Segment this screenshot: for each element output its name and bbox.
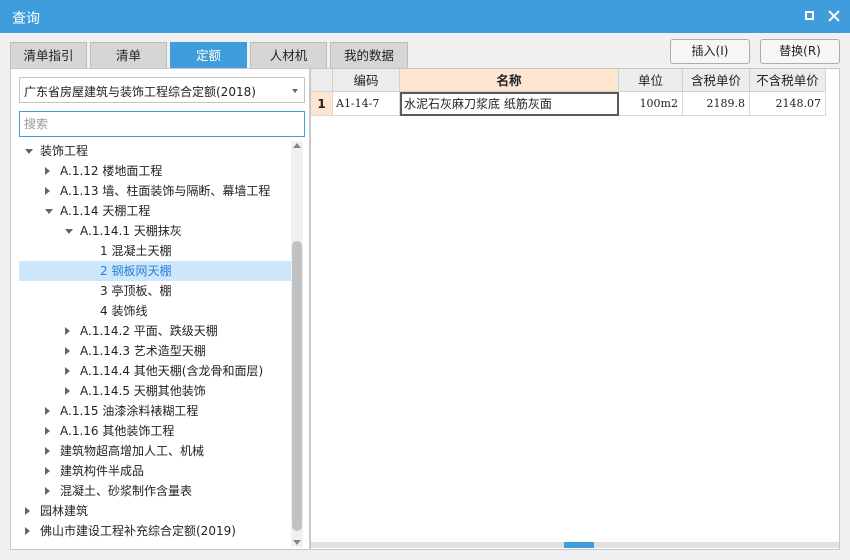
- window-title: 查询: [12, 11, 40, 27]
- collapsed-triangle-icon[interactable]: [45, 167, 50, 175]
- cell-price-notax[interactable]: 2148.07: [750, 92, 826, 116]
- insert-button[interactable]: 插入(I): [670, 39, 750, 64]
- tree-node-label: A.1.13 墙、柱面装饰与隔断、幕墙工程: [60, 184, 271, 198]
- header-unit: 单位: [619, 69, 683, 92]
- expanded-triangle-icon[interactable]: [45, 209, 53, 214]
- tree-node-label: A.1.14 天棚工程: [60, 204, 151, 218]
- expanded-triangle-icon[interactable]: [25, 149, 33, 154]
- tree-node-label: A.1.16 其他装饰工程: [60, 424, 175, 438]
- title-bar: 查询: [0, 0, 850, 33]
- row-number[interactable]: 1: [311, 92, 333, 116]
- tree-node-label: A.1.14.5 天棚其他装饰: [80, 384, 206, 398]
- splitter-bar[interactable]: [311, 542, 839, 548]
- tree-node-label: 2 钢板网天棚: [100, 264, 172, 278]
- cell-code[interactable]: A1-14-7: [333, 92, 400, 116]
- collapsed-triangle-icon[interactable]: [25, 507, 30, 515]
- expanded-triangle-icon[interactable]: [65, 229, 73, 234]
- tree-node[interactable]: A.1.12 楼地面工程: [19, 161, 291, 181]
- tree-node[interactable]: 1 混凝土天棚: [19, 241, 291, 261]
- tree-node[interactable]: A.1.14 天棚工程: [19, 201, 291, 221]
- collapsed-triangle-icon[interactable]: [45, 487, 50, 495]
- tree-node[interactable]: A.1.14.2 平面、跌级天棚: [19, 321, 291, 341]
- header-name: 名称: [400, 69, 619, 92]
- tab-my-data[interactable]: 我的数据: [330, 42, 408, 68]
- tree-node[interactable]: 混凝土、砂浆制作含量表: [19, 481, 291, 501]
- tree-node[interactable]: A.1.14.3 艺术造型天棚: [19, 341, 291, 361]
- collapsed-triangle-icon[interactable]: [25, 527, 30, 535]
- tab-quota[interactable]: 定额: [170, 42, 247, 68]
- tree-node-label: A.1.14.2 平面、跌级天棚: [80, 324, 218, 338]
- tree-node-label: 1 混凝土天棚: [100, 244, 172, 258]
- cell-price-tax[interactable]: 2189.8: [683, 92, 750, 116]
- cell-name[interactable]: 水泥石灰麻刀浆底 纸筋灰面: [400, 92, 619, 116]
- replace-button[interactable]: 替换(R): [760, 39, 840, 64]
- tree-node-label: A.1.15 油漆涂料裱糊工程: [60, 404, 199, 418]
- tree-node-label: 建筑构件半成品: [60, 464, 145, 478]
- tree-node[interactable]: 2 钢板网天棚: [19, 261, 291, 281]
- collapsed-triangle-icon[interactable]: [65, 367, 70, 375]
- scroll-up-icon[interactable]: [293, 143, 301, 148]
- search-input[interactable]: [19, 111, 305, 137]
- tree-node-label: 4 装饰线: [100, 304, 148, 318]
- header-price-notax: 不含税单价: [750, 69, 826, 92]
- left-panel: 广东省房屋建筑与装饰工程综合定额(2018) 装饰工程 A.1.12 楼地面工程 A…: [10, 68, 310, 550]
- collapsed-triangle-icon[interactable]: [45, 187, 50, 195]
- quota-library-dropdown[interactable]: 广东省房屋建筑与装饰工程综合定额(2018): [19, 77, 305, 103]
- scroll-thumb[interactable]: [292, 241, 302, 531]
- tree-node-label: A.1.14.3 艺术造型天棚: [80, 344, 206, 358]
- header-corner: [311, 69, 333, 92]
- tree-scrollbar[interactable]: [291, 141, 303, 547]
- tab-labor-material[interactable]: 人材机: [250, 42, 327, 68]
- tree-node-label: 装饰工程: [40, 144, 89, 158]
- restore-icon[interactable]: [802, 8, 818, 24]
- collapsed-triangle-icon[interactable]: [65, 387, 70, 395]
- category-tree: 装饰工程 A.1.12 楼地面工程 A.1.13 墙、柱面装饰与隔断、幕墙工程 A.1…: [19, 141, 291, 546]
- header-price-tax: 含税单价: [683, 69, 750, 92]
- collapsed-triangle-icon[interactable]: [45, 447, 50, 455]
- cell-unit[interactable]: 100m2: [619, 92, 683, 116]
- tree-node-label: 混凝土、砂浆制作含量表: [60, 484, 193, 498]
- collapsed-triangle-icon[interactable]: [65, 347, 70, 355]
- tab-bill[interactable]: 清单: [90, 42, 167, 68]
- dropdown-value: 广东省房屋建筑与装饰工程综合定额(2018): [24, 85, 256, 99]
- tree-node[interactable]: 装饰工程: [19, 141, 291, 161]
- tree-node[interactable]: A.1.13 墙、柱面装饰与隔断、幕墙工程: [19, 181, 291, 201]
- collapsed-triangle-icon[interactable]: [45, 427, 50, 435]
- tree-node[interactable]: 3 亭顶板、棚: [19, 281, 291, 301]
- tree-node-label: A.1.14.1 天棚抹灰: [80, 224, 182, 238]
- close-icon[interactable]: [826, 8, 842, 24]
- collapsed-triangle-icon[interactable]: [65, 327, 70, 335]
- tree-node-label: A.1.14.4 其他天棚(含龙骨和面层): [80, 364, 264, 378]
- tree-node[interactable]: A.1.15 油漆涂料裱糊工程: [19, 401, 291, 421]
- tree-node[interactable]: 建筑物超高增加人工、机械: [19, 441, 291, 461]
- header-code: 编码: [333, 69, 400, 92]
- splitter-grip[interactable]: [564, 542, 594, 548]
- tree-node[interactable]: 佛山市建设工程补充综合定额(2019): [19, 521, 291, 541]
- tree-node[interactable]: 园林建筑: [19, 501, 291, 521]
- collapsed-triangle-icon[interactable]: [45, 467, 50, 475]
- tree-node-label: 佛山市建设工程补充综合定额(2019): [40, 524, 236, 538]
- tree-node[interactable]: 4 装饰线: [19, 301, 291, 321]
- tree-node-label: 园林建筑: [40, 504, 89, 518]
- chevron-down-icon: [292, 89, 298, 93]
- scroll-down-icon[interactable]: [293, 540, 301, 545]
- tree-node[interactable]: A.1.14.4 其他天棚(含龙骨和面层): [19, 361, 291, 381]
- tree-node[interactable]: A.1.14.5 天棚其他装饰: [19, 381, 291, 401]
- tree-node-label: 3 亭顶板、棚: [100, 284, 172, 298]
- result-panel: 编码 名称 单位 含税单价 不含税单价 1 A1-14-7 水泥石灰麻刀浆底 纸…: [310, 68, 840, 550]
- tree-node[interactable]: 建筑构件半成品: [19, 461, 291, 481]
- collapsed-triangle-icon[interactable]: [45, 407, 50, 415]
- tab-bill-guide[interactable]: 清单指引: [10, 42, 87, 68]
- tree-node-label: A.1.12 楼地面工程: [60, 164, 163, 178]
- tree-node[interactable]: A.1.16 其他装饰工程: [19, 421, 291, 441]
- tree-node-label: 建筑物超高增加人工、机械: [60, 444, 205, 458]
- tree-node[interactable]: A.1.14.1 天棚抹灰: [19, 221, 291, 241]
